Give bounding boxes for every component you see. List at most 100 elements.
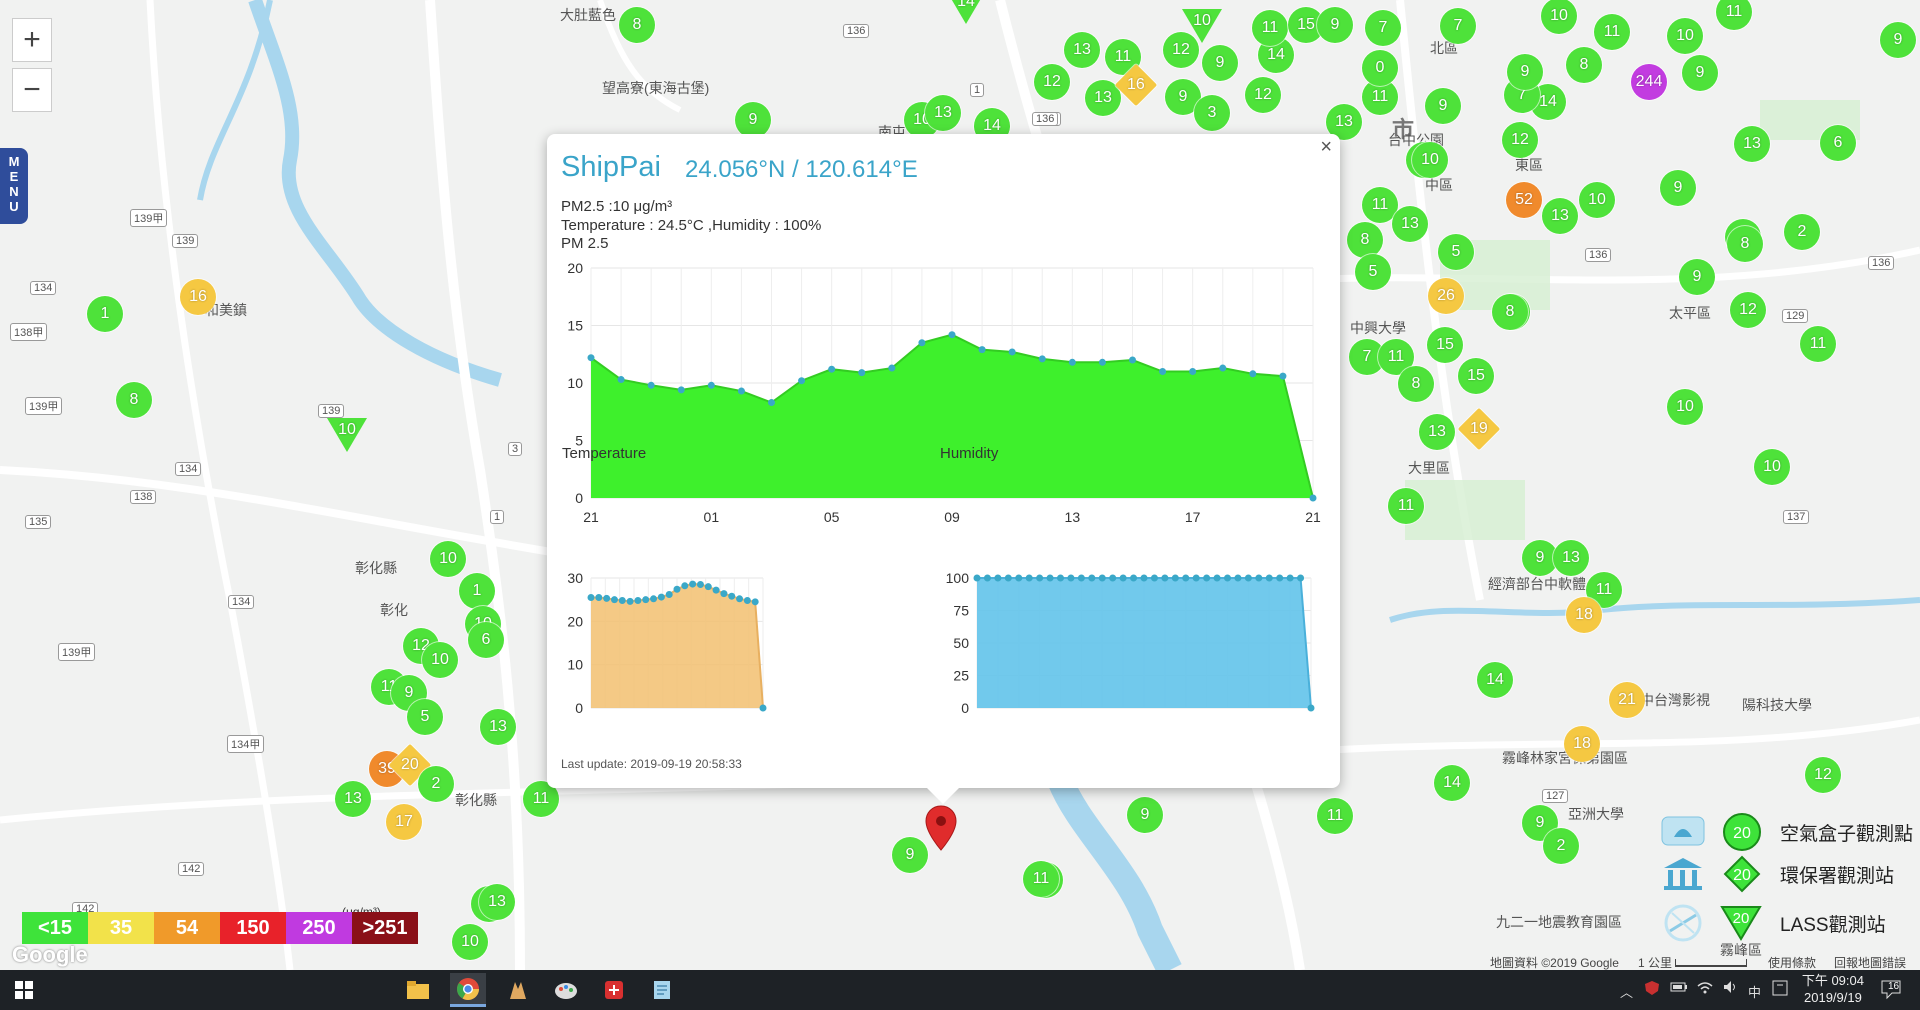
notification-center-icon[interactable]: 16 (1880, 978, 1902, 1003)
sensor-marker[interactable]: 15 (1458, 358, 1494, 394)
app-red-icon[interactable] (598, 976, 630, 1004)
sensor-marker[interactable]: 9 (1127, 797, 1163, 833)
sensor-marker[interactable]: 11 (1594, 14, 1630, 50)
sensor-marker[interactable]: 9 (735, 102, 771, 138)
sensor-marker[interactable]: 12 (1805, 757, 1841, 793)
sensor-marker[interactable]: 1 (87, 296, 123, 332)
sensor-marker[interactable]: 6 (1820, 125, 1856, 161)
sensor-marker[interactable]: 5 (407, 699, 443, 735)
sensor-marker[interactable]: 12 (1730, 292, 1766, 328)
zoom-in-button[interactable]: + (12, 18, 52, 62)
sensor-marker[interactable]: 13 (479, 884, 515, 920)
sensor-marker[interactable]: 244 (1631, 64, 1667, 100)
sensor-marker[interactable]: 17 (386, 804, 422, 840)
report-map-error-link[interactable]: 回報地圖錯誤 (1834, 954, 1906, 971)
sensor-marker[interactable]: 13 (1064, 32, 1100, 68)
windows-start-icon[interactable] (8, 976, 40, 1004)
sensor-marker[interactable]: 10 (1579, 182, 1615, 218)
sensor-marker[interactable]: 9 (1202, 45, 1238, 81)
sensor-marker[interactable]: 9 (1660, 170, 1696, 206)
menu-button[interactable]: MENU (0, 148, 28, 224)
sensor-marker[interactable]: 12 (1163, 32, 1199, 68)
tray-ime-indicator[interactable]: 中 (1748, 982, 1761, 1001)
sensor-marker[interactable]: 18 (1564, 726, 1600, 762)
sensor-marker[interactable]: 11 (1800, 326, 1836, 362)
sensor-marker[interactable]: 52 (1506, 182, 1542, 218)
sensor-marker[interactable]: 8 (1727, 226, 1763, 262)
sensor-marker[interactable]: 14 (1477, 662, 1513, 698)
sensor-marker[interactable]: 9 (1425, 88, 1461, 124)
chrome-icon[interactable] (450, 973, 486, 1007)
sensor-marker[interactable]: 10 (430, 541, 466, 577)
sensor-marker[interactable]: 26 (1428, 278, 1464, 314)
sensor-marker[interactable]: 15 (1427, 327, 1463, 363)
sensor-marker[interactable]: 10 (1667, 18, 1703, 54)
sensor-marker[interactable]: 13 (1392, 206, 1428, 242)
sensor-marker[interactable]: 8 (1398, 366, 1434, 402)
sensor-marker[interactable]: 13 (1734, 126, 1770, 162)
sensor-marker[interactable]: 10 (422, 642, 458, 678)
zoom-out-button[interactable]: − (12, 68, 52, 112)
sensor-marker[interactable]: 14 (1434, 765, 1470, 801)
file-explorer-icon[interactable] (402, 976, 434, 1004)
sensor-marker[interactable]: 10 (327, 418, 367, 454)
sensor-marker[interactable]: 13 (925, 95, 961, 131)
sensor-marker[interactable]: 7 (1365, 10, 1401, 46)
app-paint-icon[interactable] (550, 976, 582, 1004)
sensor-marker[interactable]: 12 (1502, 122, 1538, 158)
tray-security-icon[interactable] (1644, 980, 1660, 999)
sensor-marker[interactable]: 8 (1347, 222, 1383, 258)
sensor-marker[interactable]: 11 (1388, 488, 1424, 524)
sensor-marker[interactable]: 10 (1754, 449, 1790, 485)
tray-chevron-icon[interactable]: ︿ (1620, 982, 1633, 1001)
sensor-marker-value: 10 (461, 933, 479, 950)
sensor-marker[interactable]: 10 (452, 924, 488, 960)
sensor-marker[interactable]: 11 (1317, 798, 1353, 834)
sensor-marker[interactable]: 12 (1245, 77, 1281, 113)
sensor-marker[interactable]: 2 (1543, 828, 1579, 864)
sensor-marker[interactable]: 8 (619, 7, 655, 43)
sensor-marker[interactable]: 9 (1317, 7, 1353, 43)
tray-keyboard-icon[interactable] (1772, 980, 1788, 999)
sensor-marker[interactable]: 9 (1507, 54, 1543, 90)
sensor-marker[interactable]: 18 (1566, 597, 1602, 633)
sensor-marker[interactable]: 11 (1252, 10, 1288, 46)
tray-battery-icon[interactable] (1670, 980, 1688, 997)
sensor-marker[interactable]: 2 (1784, 214, 1820, 250)
tray-volume-icon[interactable] (1722, 980, 1740, 997)
app-fox-icon[interactable] (502, 976, 534, 1004)
sensor-marker[interactable]: 13 (1553, 540, 1589, 576)
sensor-marker[interactable]: 7 (1440, 8, 1476, 44)
sensor-marker[interactable]: 2 (418, 766, 454, 802)
sensor-marker[interactable]: 10 (1667, 389, 1703, 425)
sensor-marker[interactable]: 8 (116, 382, 152, 418)
sensor-marker[interactable]: 13 (1542, 198, 1578, 234)
sensor-marker[interactable]: 14 (946, 0, 986, 26)
sensor-marker[interactable]: 6 (468, 622, 504, 658)
sensor-marker[interactable]: 8 (1492, 294, 1528, 330)
sensor-marker[interactable]: 13 (1419, 414, 1455, 450)
sensor-marker[interactable]: 8 (1566, 47, 1602, 83)
sensor-marker[interactable]: 0 (1362, 50, 1398, 86)
sensor-marker[interactable]: 21 (1609, 682, 1645, 718)
sensor-marker[interactable]: 1 (459, 573, 495, 609)
sensor-marker[interactable]: 13 (480, 709, 516, 745)
sensor-marker[interactable]: 9 (1679, 259, 1715, 295)
taskbar-clock[interactable]: 下午 09:04 2019/9/19 (1802, 972, 1864, 1006)
sensor-marker[interactable]: 5 (1355, 254, 1391, 290)
sensor-marker[interactable]: 13 (335, 781, 371, 817)
sensor-marker[interactable]: 12 (1034, 64, 1070, 100)
sensor-marker[interactable]: 3 (1194, 95, 1230, 131)
sensor-marker[interactable]: 10 (1412, 142, 1448, 178)
tray-wifi-icon[interactable] (1696, 980, 1714, 997)
app-notepad-icon[interactable] (646, 976, 678, 1004)
sensor-marker-value: 9 (1673, 179, 1683, 196)
sensor-marker[interactable]: 16 (180, 279, 216, 315)
sensor-marker[interactable]: 11 (1023, 861, 1059, 897)
sensor-marker[interactable]: 5 (1438, 234, 1474, 270)
location-pin-icon[interactable] (924, 805, 958, 851)
sensor-marker[interactable]: 9 (892, 837, 928, 873)
terms-link[interactable]: 使用條款 (1768, 954, 1816, 971)
sensor-marker[interactable]: 9 (1880, 22, 1916, 58)
sensor-marker[interactable]: 9 (1682, 55, 1718, 91)
